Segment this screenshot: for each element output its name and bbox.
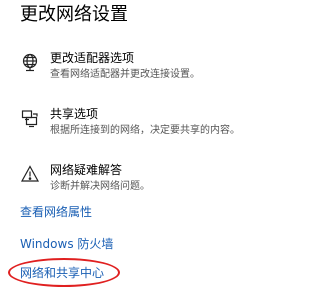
option-description: 根据所连接到的网络，决定要共享的内容。 xyxy=(50,125,240,136)
sharing-icon xyxy=(20,108,40,128)
network-sharing-center-link[interactable]: 网络和共享中心 xyxy=(20,265,104,281)
warning-icon xyxy=(20,164,40,184)
page-title: 更改网络设置 xyxy=(20,4,128,25)
sharing-options[interactable]: 共享选项 根据所连接到的网络，决定要共享的内容。 xyxy=(20,106,280,146)
view-network-properties-link[interactable]: 查看网络属性 xyxy=(20,204,92,220)
option-description: 查看网络适配器并更改连接设置。 xyxy=(50,69,200,80)
globe-icon xyxy=(20,52,40,72)
option-description: 诊断并解决网络问题。 xyxy=(50,181,150,192)
option-title: 共享选项 xyxy=(50,107,99,121)
option-title: 网络疑难解答 xyxy=(50,163,123,177)
windows-firewall-link[interactable]: Windows 防火墙 xyxy=(20,236,113,252)
network-troubleshooter[interactable]: 网络疑难解答 诊断并解决网络问题。 xyxy=(20,162,280,202)
option-title: 更改适配器选项 xyxy=(50,51,135,65)
change-adapter-options[interactable]: 更改适配器选项 查看网络适配器并更改连接设置。 xyxy=(20,50,280,90)
